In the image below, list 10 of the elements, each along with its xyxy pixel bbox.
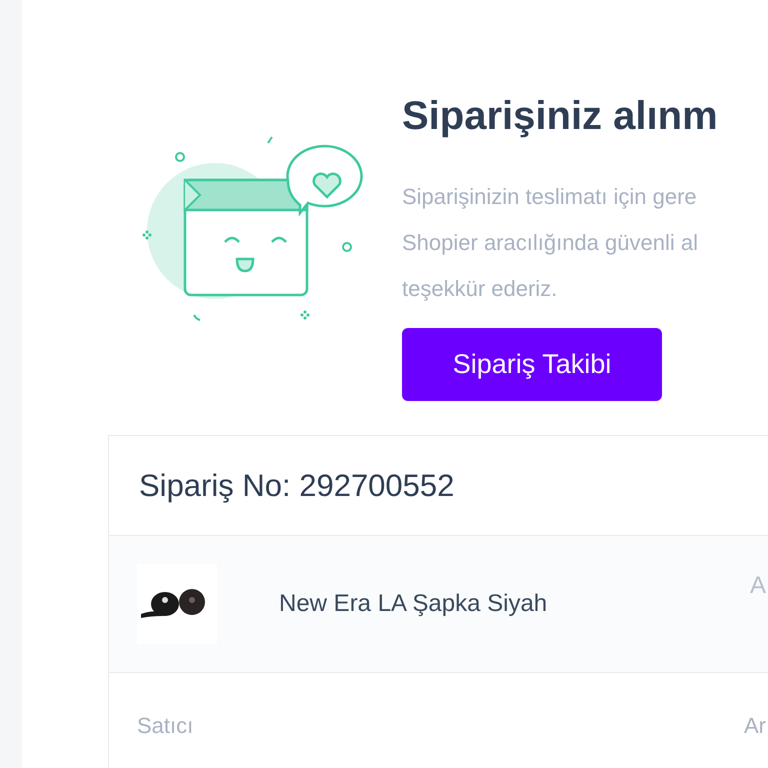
message-line: Shopier aracılığında güvenli al [402, 229, 699, 257]
message-line: Siparişinizin teslimatı için gere [402, 183, 698, 211]
product-detail: A [750, 572, 766, 600]
page-title: Siparişiniz alınm [402, 93, 718, 140]
seller-label: Satıcı [137, 713, 194, 739]
seller-value: Ar [744, 713, 766, 739]
product-name: New Era LA Şapka Siyah [279, 590, 548, 618]
order-tracking-button[interactable]: Sipariş Takibi [402, 328, 662, 401]
order-number: Sipariş No: 292700552 [139, 468, 454, 504]
message-line: teşekkür ederiz. [402, 275, 558, 303]
